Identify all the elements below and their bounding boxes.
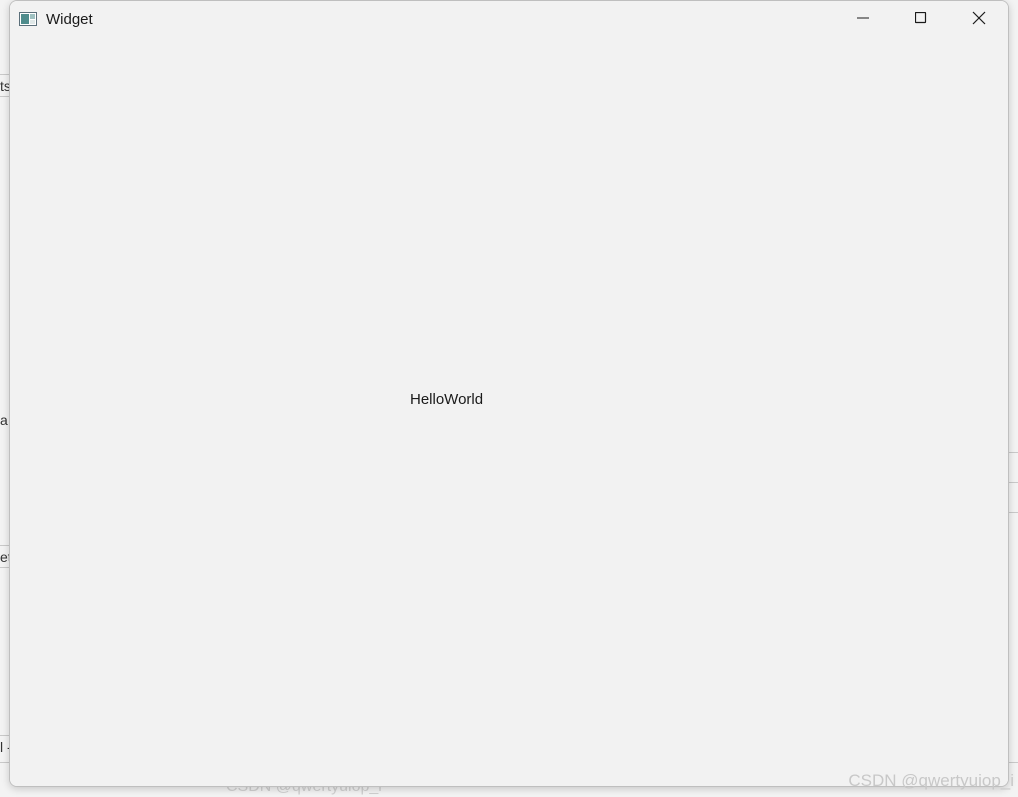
background-divider xyxy=(1009,512,1018,513)
background-text-fragment: a xyxy=(0,412,8,428)
background-divider xyxy=(0,545,9,546)
background-text-fragment: ts xyxy=(0,78,9,94)
app-window: Widget HelloWorld xyxy=(9,0,1009,787)
background-divider xyxy=(0,96,9,97)
background-divider xyxy=(1009,482,1018,483)
maximize-icon xyxy=(914,11,927,29)
watermark-text: CSDN @qwertyuiop_i xyxy=(848,771,1014,790)
hello-world-label: HelloWorld xyxy=(410,391,484,408)
background-divider xyxy=(0,735,9,736)
close-icon xyxy=(972,11,986,30)
title-bar[interactable]: Widget xyxy=(10,1,1008,39)
background-divider xyxy=(1009,452,1018,453)
window-title: Widget xyxy=(46,11,93,28)
background-text-fragment: l - xyxy=(0,739,9,755)
background-divider xyxy=(0,567,9,568)
background-divider xyxy=(0,74,9,75)
close-button[interactable] xyxy=(950,1,1008,39)
minimize-icon xyxy=(857,11,869,29)
widget-client-area: HelloWorld xyxy=(10,39,1008,786)
maximize-button[interactable] xyxy=(892,1,950,39)
app-window-icon xyxy=(19,12,37,26)
background-text-fragment: et xyxy=(0,549,9,565)
minimize-button[interactable] xyxy=(834,1,892,39)
